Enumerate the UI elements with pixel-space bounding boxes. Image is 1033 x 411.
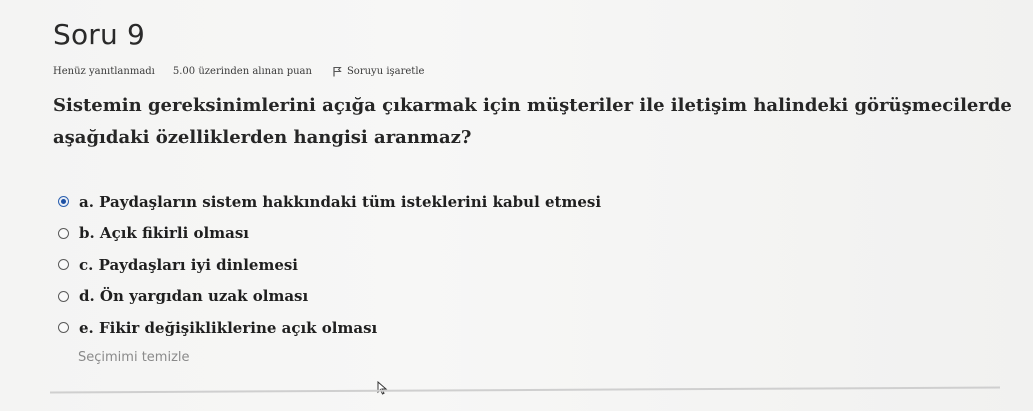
radio-option-b[interactable]: [58, 227, 69, 239]
radio-option-e[interactable]: [58, 322, 69, 334]
answer-status: Henüz yanıtlanmadı: [53, 66, 155, 77]
radio-option-a[interactable]: [58, 196, 69, 208]
option-label: a. Paydaşların sistem hakkındaki tüm ist…: [79, 192, 602, 211]
answer-options: a. Paydaşların sistem hakkındaki tüm ist…: [58, 186, 601, 344]
option-label: c. Paydaşları iyi dinlemesi: [79, 255, 299, 274]
question-info: Henüz yanıtlanmadı 5.00 üzerinden alınan…: [53, 66, 424, 77]
flag-icon: [333, 67, 342, 77]
question-title: Soru 9: [53, 18, 146, 51]
radio-option-c[interactable]: [58, 259, 69, 271]
option-b[interactable]: b. Açık fikirli olması: [58, 218, 601, 250]
clear-selection-link[interactable]: Seçimimi temizle: [78, 350, 190, 365]
flag-question-link[interactable]: Soruyu işaretle: [332, 66, 425, 77]
radio-option-d[interactable]: [58, 290, 69, 302]
option-e[interactable]: e. Fikir değişikliklerine açık olması: [58, 312, 601, 344]
divider-line: [50, 386, 1000, 394]
mouse-cursor-icon: [377, 381, 388, 395]
option-label: d. Ön yargıdan uzak olması: [79, 287, 309, 306]
points-label: 5.00 üzerinden alınan puan: [172, 66, 312, 77]
option-a[interactable]: a. Paydaşların sistem hakkındaki tüm ist…: [58, 186, 601, 218]
option-c[interactable]: c. Paydaşları iyi dinlemesi: [58, 249, 601, 281]
option-label: b. Açık fikirli olması: [79, 224, 249, 243]
option-d[interactable]: d. Ön yargıdan uzak olması: [58, 281, 601, 313]
flag-label: Soruyu işaretle: [346, 66, 425, 77]
option-label: e. Fikir değişikliklerine açık olması: [79, 318, 378, 337]
question-text: Sistemin gereksinimlerini açığa çıkarmak…: [53, 95, 1012, 148]
